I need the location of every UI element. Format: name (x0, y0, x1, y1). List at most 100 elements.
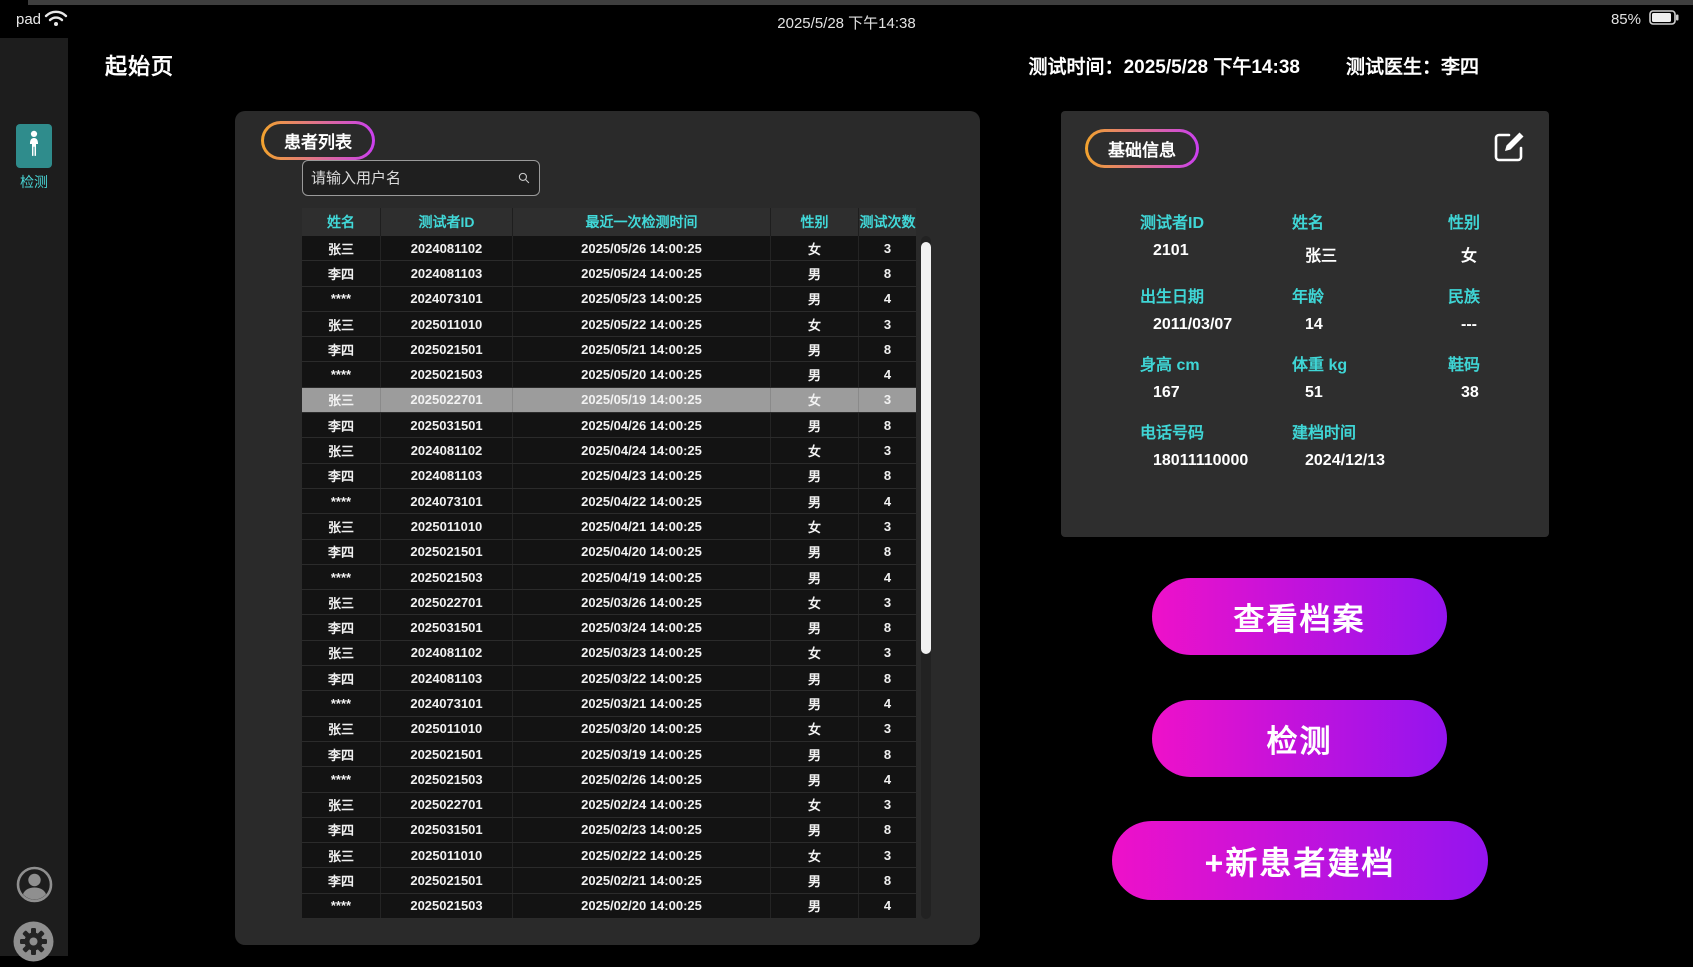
patient-row[interactable]: 李四20250215012025/02/21 14:00:25男8 (302, 868, 916, 893)
patient-cell: 2025/05/21 14:00:25 (512, 337, 770, 361)
scrollbar-thumb[interactable] (921, 242, 931, 654)
patient-row[interactable]: 张三20250227012025/02/24 14:00:25女3 (302, 793, 916, 818)
basic-info-title: 基础信息 (1088, 132, 1196, 165)
patient-cell: 男 (770, 337, 858, 361)
patient-row[interactable]: ****20250215032025/02/26 14:00:25男4 (302, 767, 916, 792)
patient-row[interactable]: ****20250215032025/02/20 14:00:25男4 (302, 894, 916, 919)
patient-cell: 8 (858, 540, 916, 564)
info-field: 性别女 (1448, 209, 1540, 266)
info-field: 测试者ID2101 (1140, 209, 1292, 266)
patient-cell: 张三 (302, 514, 380, 538)
patient-row[interactable]: 张三20240811022025/05/26 14:00:25女3 (302, 236, 916, 261)
patient-cell: 男 (770, 464, 858, 488)
new-patient-button[interactable]: +新患者建档 (1112, 821, 1488, 900)
info-field: 建档时间2024/12/13 (1292, 419, 1448, 470)
sidebar: 检测 (0, 38, 68, 956)
patient-cell: 2025/05/26 14:00:25 (512, 236, 770, 260)
test-time: 测试时间：2025/5/28 下午14:38 (1029, 52, 1300, 79)
info-field-label: 性别 (1448, 209, 1540, 233)
patient-cell: 男 (770, 615, 858, 639)
patient-table: 姓名测试者ID最近一次检测时间性别测试次数 张三20240811022025/0… (302, 208, 916, 919)
patient-row[interactable]: 张三20250227012025/03/26 14:00:25女3 (302, 590, 916, 615)
patient-cell: 2025/04/22 14:00:25 (512, 489, 770, 513)
patient-cell: 张三 (302, 843, 380, 867)
patient-row[interactable]: 张三20240811022025/03/23 14:00:25女3 (302, 641, 916, 666)
patient-row[interactable]: ****20240731012025/04/22 14:00:25男4 (302, 489, 916, 514)
patient-cell: 4 (858, 565, 916, 589)
patient-cell: 2025/05/22 14:00:25 (512, 312, 770, 336)
patient-cell: 男 (770, 540, 858, 564)
search-input[interactable] (303, 161, 518, 195)
patient-row[interactable]: 李四20250315012025/02/23 14:00:25男8 (302, 818, 916, 843)
sidebar-item-detect[interactable] (16, 124, 52, 168)
patient-row[interactable]: 张三20250110102025/04/21 14:00:25女3 (302, 514, 916, 539)
patient-row[interactable]: 李四20250215012025/05/21 14:00:25男8 (302, 337, 916, 362)
patient-list-title: 患者列表 (264, 124, 372, 157)
patient-cell: 8 (858, 615, 916, 639)
patient-row[interactable]: ****20250215032025/04/19 14:00:25男4 (302, 565, 916, 590)
patient-row[interactable]: 李四20240811032025/04/23 14:00:25男8 (302, 464, 916, 489)
patient-cell: 张三 (302, 717, 380, 741)
info-field: 姓名张三 (1292, 209, 1448, 266)
patient-cell: 2025031501 (380, 818, 512, 842)
patient-cell: 2025022701 (380, 388, 512, 412)
patient-row[interactable]: ****20240731012025/03/21 14:00:25男4 (302, 691, 916, 716)
patient-cell: 2025022701 (380, 793, 512, 817)
patient-cell: 8 (858, 666, 916, 690)
edit-icon[interactable] (1491, 127, 1529, 165)
patient-cell: 李四 (302, 818, 380, 842)
patient-cell: 男 (770, 261, 858, 285)
patient-cell: 8 (858, 818, 916, 842)
patient-cell: 4 (858, 362, 916, 386)
patient-cell: 2025/02/22 14:00:25 (512, 843, 770, 867)
patient-row[interactable]: 李四20250315012025/03/24 14:00:25男8 (302, 615, 916, 640)
patient-cell: 2025021501 (380, 540, 512, 564)
patient-cell: 2025011010 (380, 717, 512, 741)
patient-row[interactable]: 张三20250227012025/05/19 14:00:25女3 (302, 388, 916, 413)
patient-cell: 李四 (302, 742, 380, 766)
patient-cell: 李四 (302, 615, 380, 639)
info-field: 年龄14 (1292, 283, 1448, 334)
patient-row[interactable]: 张三20240811022025/04/24 14:00:25女3 (302, 438, 916, 463)
patient-cell: 男 (770, 691, 858, 715)
patient-cell: 2024081102 (380, 641, 512, 665)
patient-cell: **** (302, 767, 380, 791)
patient-row[interactable]: 张三20250110102025/05/22 14:00:25女3 (302, 312, 916, 337)
user-circle-icon[interactable] (16, 866, 53, 903)
info-field-value: 2024/12/13 (1292, 452, 1448, 470)
patient-cell: 2025/02/21 14:00:25 (512, 868, 770, 892)
patient-row[interactable]: 李四20250315012025/04/26 14:00:25男8 (302, 413, 916, 438)
test-doctor-value: 李四 (1441, 57, 1479, 78)
patient-row[interactable]: 李四20240811032025/03/22 14:00:25男8 (302, 666, 916, 691)
patient-row[interactable]: 李四20250215012025/04/20 14:00:25男8 (302, 540, 916, 565)
info-field-label: 鞋码 (1448, 351, 1540, 375)
patient-row[interactable]: ****20240731012025/05/23 14:00:25男4 (302, 287, 916, 312)
column-header: 最近一次检测时间 (512, 208, 770, 236)
patient-row[interactable]: 李四20240811032025/05/24 14:00:25男8 (302, 261, 916, 286)
patient-cell: 3 (858, 843, 916, 867)
patient-cell: **** (302, 565, 380, 589)
patient-cell: 2025021501 (380, 868, 512, 892)
patient-cell: 男 (770, 894, 858, 918)
patient-row[interactable]: ****20250215032025/05/20 14:00:25男4 (302, 362, 916, 387)
test-doctor: 测试医生：李四 (1346, 52, 1479, 79)
table-scrollbar[interactable] (921, 236, 931, 919)
info-field: 出生日期2011/03/07 (1140, 283, 1292, 334)
info-field: 身高 cm167 (1140, 351, 1292, 402)
patient-row[interactable]: 李四20250215012025/03/19 14:00:25男8 (302, 742, 916, 767)
basic-info-grid: 测试者ID2101姓名张三性别女出生日期2011/03/07年龄14民族---身… (1140, 209, 1540, 487)
patient-cell: 男 (770, 868, 858, 892)
detect-button[interactable]: 检测 (1152, 700, 1447, 777)
view-archive-button[interactable]: 查看档案 (1152, 578, 1447, 655)
patient-cell: 2025/04/19 14:00:25 (512, 565, 770, 589)
patient-cell: 2025/02/24 14:00:25 (512, 793, 770, 817)
patient-cell: 3 (858, 793, 916, 817)
patient-cell: **** (302, 287, 380, 311)
patient-cell: 女 (770, 590, 858, 614)
patient-row[interactable]: 张三20250110102025/03/20 14:00:25女3 (302, 717, 916, 742)
patient-cell: 2024081103 (380, 666, 512, 690)
search-icon[interactable] (518, 167, 530, 189)
patient-cell: 李四 (302, 666, 380, 690)
patient-row[interactable]: 张三20250110102025/02/22 14:00:25女3 (302, 843, 916, 868)
patient-cell: 男 (770, 818, 858, 842)
